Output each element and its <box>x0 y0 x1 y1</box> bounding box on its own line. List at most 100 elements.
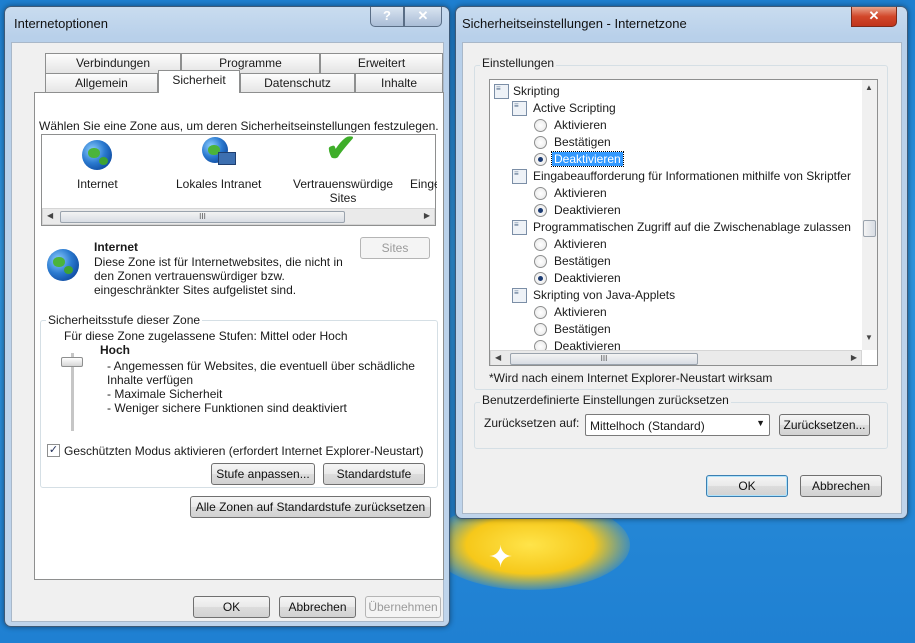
monitor-icon <box>218 152 236 165</box>
protected-mode-label: Geschützten Modus aktivieren (erfordert … <box>64 444 424 458</box>
help-button[interactable]: ? <box>370 7 404 27</box>
scroll-up-icon[interactable]: ▲ <box>865 83 873 92</box>
settings-group: Einstellungen ≡ Skripting ≡ Active Scriptin… <box>474 56 888 390</box>
setting-option-radio[interactable] <box>534 255 547 268</box>
apply-button[interactable]: Übernehmen <box>365 596 441 618</box>
reset-button[interactable]: Zurücksetzen... <box>779 414 870 436</box>
reset-to-label: Zurücksetzen auf: <box>484 416 580 430</box>
zone-label: Einge <box>410 177 437 191</box>
custom-level-button[interactable]: Stufe anpassen... <box>211 463 315 485</box>
default-level-button[interactable]: Standardstufe <box>323 463 425 485</box>
setting-option-radio[interactable] <box>534 136 547 149</box>
zone-trusted-sites[interactable]: ✔ Vertrauenswürdige Sites <box>287 129 397 205</box>
setting-option-radio[interactable] <box>534 119 547 132</box>
scroll-right-icon[interactable]: ▶ <box>851 353 857 362</box>
script-setting-icon: ≡ <box>512 101 527 116</box>
zone-globe-icon <box>47 249 79 281</box>
tab-erweitert[interactable]: Erweitert <box>320 53 443 73</box>
level-point: - Weniger sichere Funktionen sind deakti… <box>107 401 347 415</box>
level-name: Hoch <box>100 343 130 357</box>
scroll-right-icon[interactable]: ▶ <box>424 211 430 220</box>
ok-button[interactable]: OK <box>193 596 270 618</box>
zone-local-intranet[interactable]: Lokales Intranet <box>160 135 270 205</box>
scroll-thumb[interactable]: III <box>60 211 345 223</box>
level-point: Inhalte verfügen <box>107 373 194 387</box>
zone-desc-line: eingeschränkter Sites aufgelistet sind. <box>94 283 297 297</box>
tree-scrollbar-v[interactable]: ▲ ▼ <box>862 80 877 350</box>
group-label: Sicherheitsstufe dieser Zone <box>46 313 203 327</box>
setting-option-radio[interactable] <box>534 153 547 166</box>
setting-option-label[interactable]: Aktivieren <box>552 237 609 251</box>
zone-label: Vertrauenswürdige Sites <box>293 177 394 205</box>
setting-option-radio[interactable] <box>534 204 547 217</box>
title-bar: Internetoptionen ? ✕ <box>5 7 449 37</box>
setting-option-label[interactable]: Deaktivieren <box>552 339 623 350</box>
setting-option-label[interactable]: Aktivieren <box>552 186 609 200</box>
dropdown-arrow-icon[interactable]: ▼ <box>756 418 765 428</box>
zone-desc-line: den Zonen vertrauenswürdiger bzw. <box>94 269 285 283</box>
level-description: - Angemessen für Websites, die eventuell… <box>107 359 415 415</box>
setting-option-label[interactable]: Bestätigen <box>552 135 613 149</box>
zone-restricted[interactable]: Einge <box>410 135 437 205</box>
setting-option-radio[interactable] <box>534 306 547 319</box>
settings-tree[interactable]: ≡ Skripting ≡ Active Scripting Aktivieren Bes… <box>489 79 878 366</box>
setting-option-radio[interactable] <box>534 187 547 200</box>
settings-tree-content: ≡ Skripting ≡ Active Scripting Aktivieren Bes… <box>490 80 862 350</box>
setting-option-label[interactable]: Aktivieren <box>552 118 609 132</box>
cancel-button[interactable]: Abbrechen <box>279 596 356 618</box>
setting-option-radio[interactable] <box>534 340 547 350</box>
setting-option-radio[interactable] <box>534 272 547 285</box>
scroll-left-icon[interactable]: ◀ <box>47 211 53 220</box>
security-tab-panel: Wählen Sie eine Zone aus, um deren Siche… <box>34 92 444 580</box>
zone-label: Lokales Intranet <box>176 177 262 191</box>
reset-group: Benutzerdefinierte Einstellungen zurücks… <box>474 393 888 449</box>
dialog-body: Verbindungen Programme Erweitert Allgeme… <box>11 42 444 622</box>
setting-heading: Programmatischen Zugriff auf die Zwische… <box>533 220 851 234</box>
zone-label: Internet <box>77 177 118 191</box>
close-button[interactable]: ✕ <box>851 7 897 27</box>
scroll-thumb[interactable]: III <box>510 353 698 365</box>
tree-root-label: Skripting <box>513 84 560 98</box>
zone-internet[interactable]: Internet <box>42 135 152 205</box>
zone-prompt: Wählen Sie eine Zone aus, um deren Siche… <box>39 119 439 133</box>
reset-level-select[interactable]: Mittelhoch (Standard) ▼ <box>585 414 770 436</box>
setting-option-label[interactable]: Deaktivieren <box>552 203 623 217</box>
zone-desc-line: Diese Zone ist für Internetwebsites, die… <box>94 255 343 269</box>
reset-all-zones-button[interactable]: Alle Zonen auf Standardstufe zurücksetze… <box>190 496 431 518</box>
tab-datenschutz[interactable]: Datenschutz <box>240 73 355 93</box>
setting-option-label[interactable]: Bestätigen <box>552 322 613 336</box>
setting-option-radio[interactable] <box>534 238 547 251</box>
protected-mode-checkbox[interactable]: ✓ <box>47 444 60 457</box>
zone-description: Diese Zone ist für Internetwebsites, die… <box>94 255 343 297</box>
script-setting-icon: ≡ <box>512 169 527 184</box>
dialog-body: Einstellungen ≡ Skripting ≡ Active Scriptin… <box>462 42 902 514</box>
scroll-left-icon[interactable]: ◀ <box>495 353 501 362</box>
sites-button[interactable]: Sites <box>360 237 430 259</box>
tab-allgemein[interactable]: Allgemein <box>45 73 158 93</box>
setting-option-label[interactable]: Bestätigen <box>552 254 613 268</box>
security-level-group: Sicherheitsstufe dieser Zone Für diese Z… <box>40 313 438 488</box>
tree-scrollbar-h[interactable]: ◀ III ▶ <box>490 350 862 365</box>
ok-button[interactable]: OK <box>706 475 788 497</box>
setting-option-label[interactable]: Aktivieren <box>552 305 609 319</box>
title-bar: Sicherheitseinstellungen - Internetzone … <box>456 7 907 37</box>
setting-option-label[interactable]: Deaktivieren <box>551 151 624 167</box>
cancel-button[interactable]: Abbrechen <box>800 475 882 497</box>
scroll-thumb-v[interactable] <box>863 220 876 237</box>
setting-option-label[interactable]: Deaktivieren <box>552 271 623 285</box>
window-title: Internetoptionen <box>14 16 108 31</box>
setting-heading: Active Scripting <box>533 101 616 115</box>
security-settings-window: Sicherheitseinstellungen - Internetzone … <box>455 6 908 519</box>
zone-list[interactable]: Internet Lokales Intranet ✔ Vertrauenswü… <box>41 129 437 226</box>
setting-option-radio[interactable] <box>534 323 547 336</box>
script-setting-icon: ≡ <box>512 288 527 303</box>
scroll-down-icon[interactable]: ▼ <box>865 333 873 342</box>
security-slider-thumb[interactable] <box>61 357 83 367</box>
script-folder-icon: ≡ <box>494 84 509 99</box>
tab-sicherheit[interactable]: Sicherheit <box>158 70 240 93</box>
tab-inhalte[interactable]: Inhalte <box>355 73 443 93</box>
zone-list-scrollbar[interactable]: ◀ III ▶ <box>42 208 435 225</box>
close-button[interactable]: ✕ <box>404 7 442 27</box>
group-label: Benutzerdefinierte Einstellungen zurücks… <box>480 393 731 407</box>
level-point: - Maximale Sicherheit <box>107 387 223 401</box>
